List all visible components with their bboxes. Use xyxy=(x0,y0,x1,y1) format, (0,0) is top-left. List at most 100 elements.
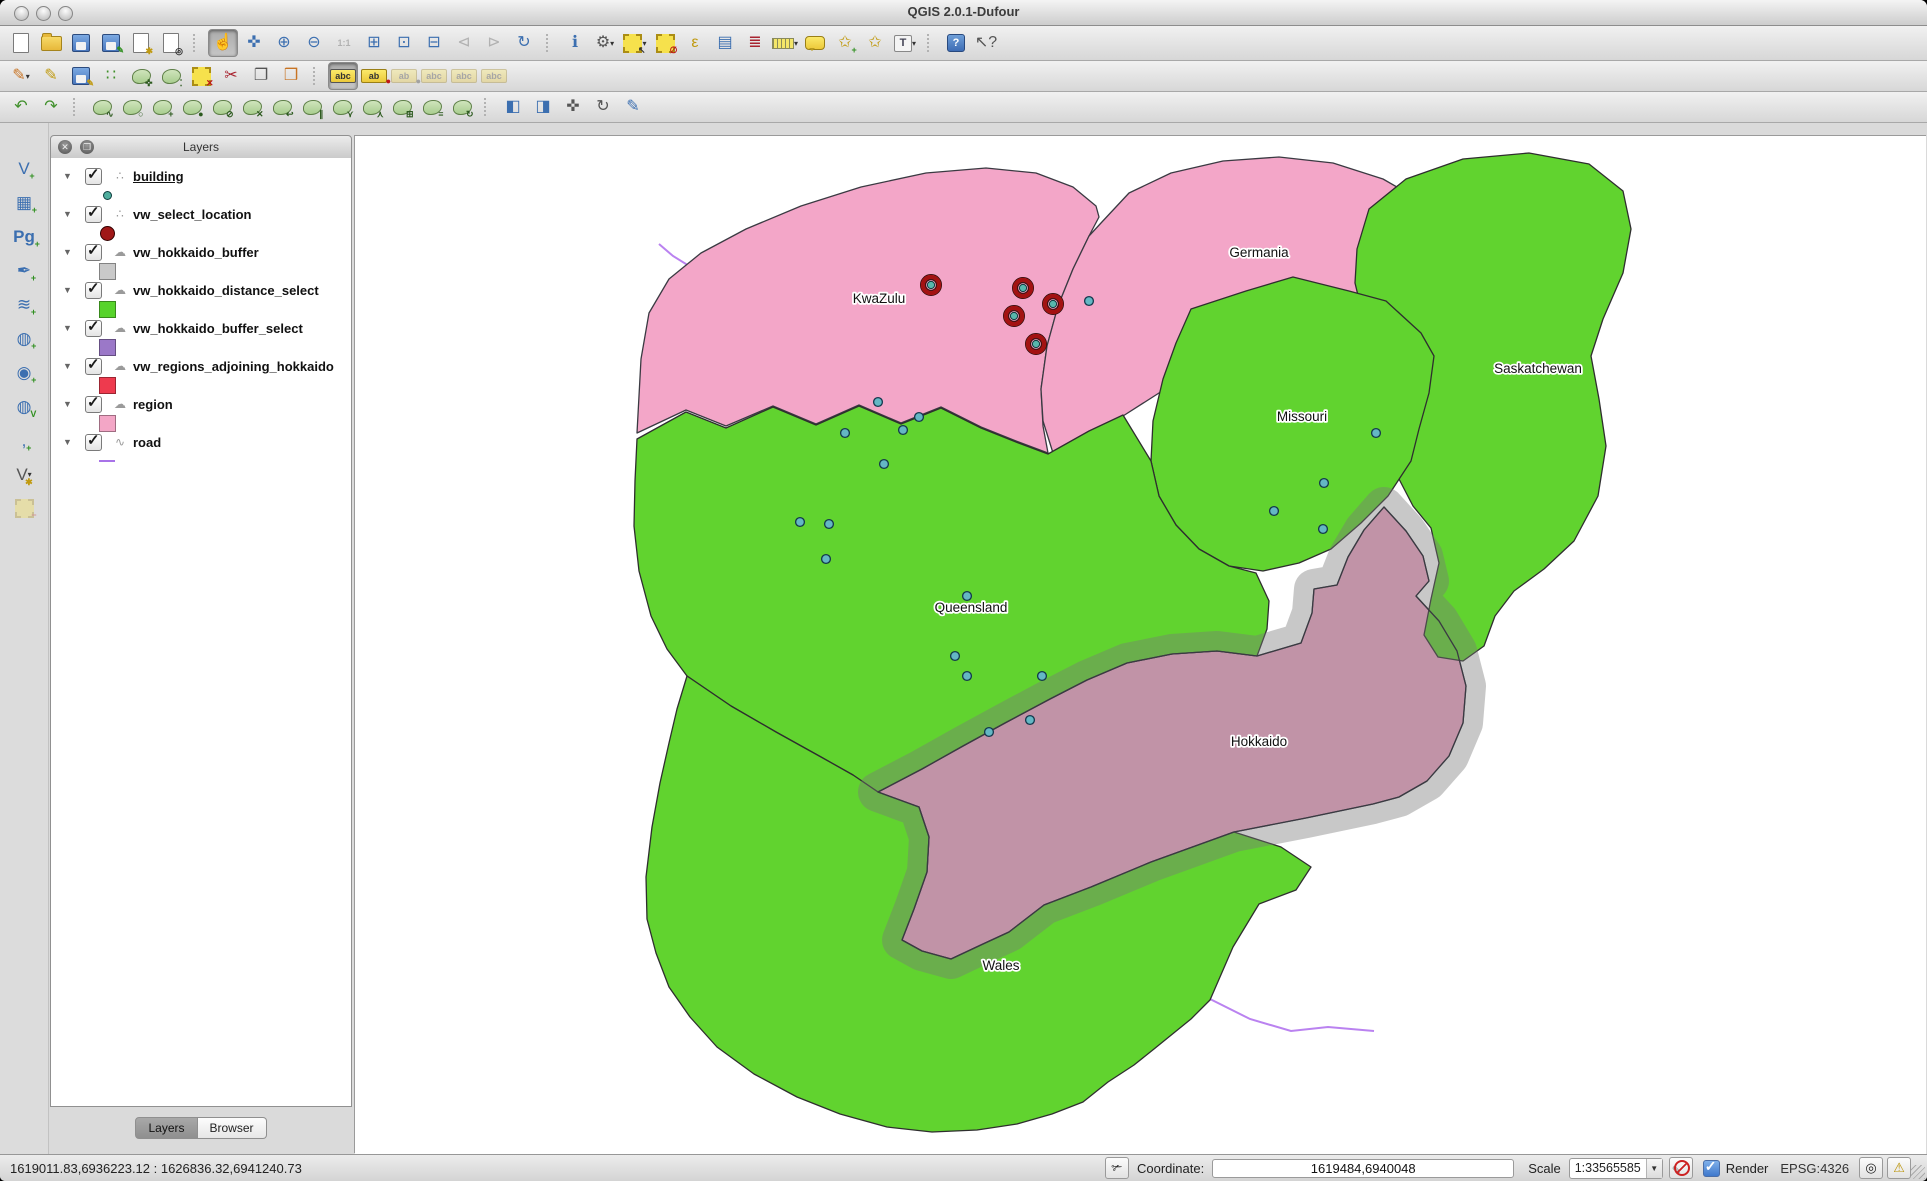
mouse-position-toggle-icon[interactable]: ✃ xyxy=(1105,1157,1129,1179)
whats-this-button[interactable]: ↖? xyxy=(972,30,1000,56)
new-shapefile-layer-button[interactable]: V✱▾ xyxy=(10,461,38,487)
crs-button[interactable]: ◎ xyxy=(1859,1157,1883,1179)
pan-map-button[interactable]: ☝ xyxy=(208,29,238,57)
resize-grip[interactable] xyxy=(1911,1165,1925,1179)
scale-dropdown-icon[interactable]: ▼ xyxy=(1646,1159,1662,1178)
layer-name[interactable]: vw_hokkaido_buffer_select xyxy=(133,321,303,336)
add-vector-layer-button[interactable]: V+ xyxy=(10,155,38,181)
tab-browser[interactable]: Browser xyxy=(198,1117,267,1139)
layer-checkbox[interactable] xyxy=(85,168,102,185)
move-label-button[interactable]: ✜ xyxy=(559,94,587,120)
select-features-button[interactable]: ↖▾ xyxy=(621,30,649,56)
text-annotation-dropdown-icon[interactable]: ▾ xyxy=(912,39,916,48)
text-annotation-button[interactable]: T▾ xyxy=(891,30,919,56)
layer-name[interactable]: vw_hokkaido_buffer xyxy=(133,245,259,260)
toggle-editing-button[interactable]: ✎ xyxy=(37,63,65,89)
labeling-button[interactable]: abc xyxy=(328,62,358,90)
measure-line-dropdown-icon[interactable]: ▾ xyxy=(794,39,798,48)
layer-checkbox[interactable] xyxy=(85,282,102,299)
new-print-composer-button[interactable]: ✱ xyxy=(127,30,155,56)
pin-labels-button[interactable]: ◧ xyxy=(499,94,527,120)
add-oracle-layer-button[interactable]: ◍+ xyxy=(10,325,38,351)
save-project-as-button[interactable]: ✎ xyxy=(97,30,125,56)
node-tool-button[interactable]: ⁚ xyxy=(157,63,185,89)
deselect-features-button[interactable]: ∅ xyxy=(651,30,679,56)
coordinate-input[interactable] xyxy=(1212,1159,1514,1178)
layer-expander-icon[interactable]: ▼ xyxy=(63,437,77,447)
layer-name[interactable]: region xyxy=(133,397,173,412)
layer-expander-icon[interactable]: ▼ xyxy=(63,209,77,219)
map-tips-button[interactable] xyxy=(801,30,829,56)
layer-checkbox[interactable] xyxy=(85,358,102,375)
zoom-in-button[interactable]: ⊕ xyxy=(270,30,298,56)
layer-expander-icon[interactable]: ▼ xyxy=(63,399,77,409)
composer-manager-button[interactable]: ◎ xyxy=(157,30,185,56)
show-bookmarks-button[interactable]: ✩ xyxy=(861,30,889,56)
reshape-features-button[interactable]: ↩ xyxy=(268,94,296,120)
split-parts-button[interactable]: ⋏ xyxy=(358,94,386,120)
offset-curve-button[interactable]: ∥ xyxy=(298,94,326,120)
show-hide-labels-button[interactable]: ◨ xyxy=(529,94,557,120)
layer-checkbox[interactable] xyxy=(85,434,102,451)
merge-features-button[interactable]: ⊞ xyxy=(388,94,416,120)
refresh-map-button[interactable]: ↻ xyxy=(510,30,538,56)
open-attribute-table-button[interactable]: ▤ xyxy=(711,30,739,56)
zoom-full-button[interactable]: ⊞ xyxy=(360,30,388,56)
run-feature-action-dropdown-icon[interactable]: ▾ xyxy=(610,39,614,48)
layer-name[interactable]: road xyxy=(133,435,161,450)
copy-features-button[interactable]: ❐ xyxy=(247,63,275,89)
add-spatialite-layer-button[interactable]: ✒+ xyxy=(10,257,38,283)
zoom-out-button[interactable]: ⊖ xyxy=(300,30,328,56)
simplify-feature-button[interactable]: ∿ xyxy=(88,94,116,120)
pan-to-selection-button[interactable]: ✜ xyxy=(240,30,268,56)
layer-name[interactable]: vw_regions_adjoining_hokkaido xyxy=(133,359,334,374)
add-feature-button[interactable]: ∷ xyxy=(97,63,125,89)
map-canvas[interactable]: KwaZuluGermaniaSaskatchewanMissouriQueen… xyxy=(354,135,1926,1153)
split-features-button[interactable]: ⋎ xyxy=(328,94,356,120)
undo-button[interactable]: ↶ xyxy=(7,94,35,120)
add-wfs-layer-button[interactable]: ◍V xyxy=(10,393,38,419)
current-edits-button[interactable]: ✎▾ xyxy=(7,63,35,89)
measure-line-button[interactable]: ▾ xyxy=(771,30,799,56)
delete-part-button[interactable]: ✕ xyxy=(238,94,266,120)
layer-expander-icon[interactable]: ▼ xyxy=(63,247,77,257)
run-feature-action-button[interactable]: ⚙▾ xyxy=(591,30,619,56)
add-ring-button[interactable]: ○ xyxy=(118,94,146,120)
new-project-button[interactable] xyxy=(7,30,35,56)
layer-checkbox[interactable] xyxy=(85,320,102,337)
add-mssql-layer-button[interactable]: ≋+ xyxy=(10,291,38,317)
help-contents-button[interactable]: ? xyxy=(942,30,970,56)
redo-button[interactable]: ↷ xyxy=(37,94,65,120)
zoom-to-layer-button[interactable]: ⊟ xyxy=(420,30,448,56)
layer-expander-icon[interactable]: ▼ xyxy=(63,323,77,333)
stop-render-icon[interactable] xyxy=(1669,1157,1693,1179)
new-bookmark-button[interactable]: ✩+ xyxy=(831,30,859,56)
select-by-expression-button[interactable]: ε xyxy=(681,30,709,56)
layer-expander-icon[interactable]: ▼ xyxy=(63,361,77,371)
move-feature-button[interactable]: ✜ xyxy=(127,63,155,89)
fill-ring-button[interactable]: ● xyxy=(178,94,206,120)
current-edits-dropdown-icon[interactable]: ▾ xyxy=(26,72,30,81)
zoom-to-selection-button[interactable]: ⊡ xyxy=(390,30,418,56)
tab-layers[interactable]: Layers xyxy=(135,1117,197,1139)
layer-expander-icon[interactable]: ▼ xyxy=(63,285,77,295)
open-project-button[interactable] xyxy=(37,30,65,56)
change-label-properties-button[interactable]: ✎ xyxy=(619,94,647,120)
label-pinning-button[interactable]: ab● xyxy=(360,63,388,89)
add-delimited-text-layer-button[interactable]: ,+ xyxy=(10,427,38,453)
layer-checkbox[interactable] xyxy=(85,244,102,261)
layer-name[interactable]: building xyxy=(133,169,184,184)
add-part-button[interactable]: + xyxy=(148,94,176,120)
identify-features-button[interactable]: ℹ xyxy=(561,30,589,56)
merge-attributes-button[interactable]: ≡ xyxy=(418,94,446,120)
render-checkbox[interactable] xyxy=(1703,1160,1720,1177)
layer-expander-icon[interactable]: ▼ xyxy=(63,171,77,181)
log-messages-icon[interactable]: ⚠ xyxy=(1887,1157,1911,1179)
layer-checkbox[interactable] xyxy=(85,206,102,223)
save-project-button[interactable] xyxy=(67,30,95,56)
field-calculator-button[interactable]: ≣ xyxy=(741,30,769,56)
add-postgis-layer-button[interactable]: Pg+ xyxy=(10,223,38,249)
rotate-point-symbols-button[interactable]: ↻ xyxy=(448,94,476,120)
add-wms-layer-button[interactable]: ◉+ xyxy=(10,359,38,385)
layer-checkbox[interactable] xyxy=(85,396,102,413)
